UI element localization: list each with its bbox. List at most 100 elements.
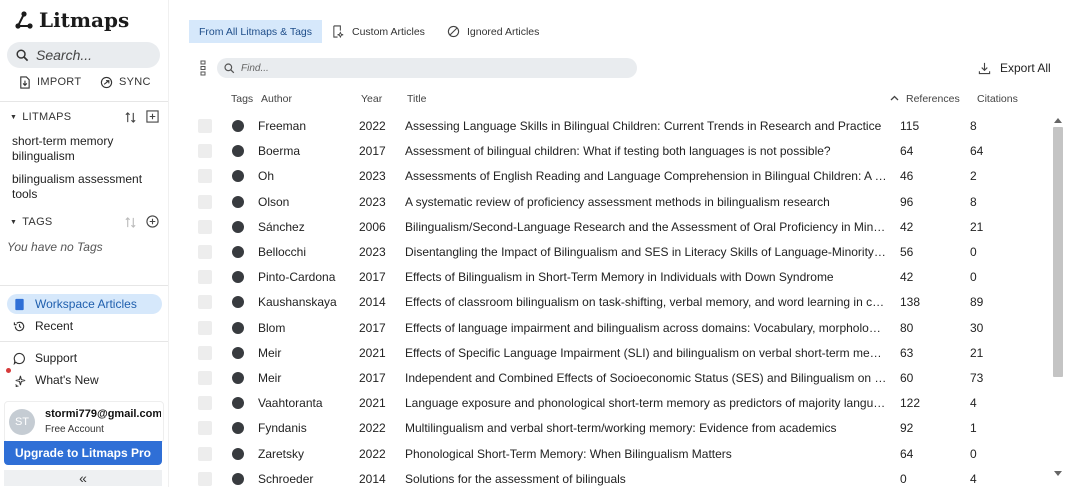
cell-year: 2023: [359, 245, 386, 259]
row-checkbox[interactable]: [198, 396, 212, 411]
download-icon: [978, 62, 991, 74]
column-header-author[interactable]: Author: [261, 93, 292, 105]
scroll-down-icon[interactable]: [1054, 471, 1062, 476]
search-icon: [16, 48, 29, 61]
litmaps-section-header[interactable]: ▼ LITMAPS: [10, 110, 71, 124]
column-header-year[interactable]: Year: [361, 93, 382, 105]
cell-title[interactable]: Multilingualism and verbal short-term/wo…: [405, 421, 887, 435]
cell-author: Blom: [258, 320, 286, 335]
cell-title[interactable]: Assessment of bilingual children: What i…: [405, 144, 887, 158]
row-checkbox[interactable]: [198, 295, 212, 310]
nav-whats-new[interactable]: What's New: [7, 370, 162, 390]
table-row[interactable]: Meir 2021 Effects of Specific Language Imp…: [168, 340, 1048, 365]
table-row[interactable]: Schroeder 2014 Solutions for the assessmen…: [168, 466, 1048, 487]
litmaps-logo-icon: [15, 11, 33, 29]
cell-title[interactable]: Language exposure and phonological short…: [405, 396, 887, 410]
upgrade-button[interactable]: Upgrade to Litmaps Pro: [4, 441, 162, 465]
cell-title[interactable]: Effects of Specific Language Impairment …: [405, 346, 887, 360]
cell-references: 80: [900, 320, 914, 335]
add-tag-button[interactable]: [146, 215, 159, 228]
table-row[interactable]: Vaahtoranta 2021 Language exposure and pho…: [168, 390, 1048, 415]
table-row[interactable]: Meir 2017 Independent and Combined Effects…: [168, 365, 1048, 390]
litmap-item-0[interactable]: short-term memory bilingualism: [12, 134, 152, 164]
account-card[interactable]: ST stormi779@gmail.com Free Account: [4, 401, 164, 443]
row-checkbox[interactable]: [198, 169, 212, 184]
tab-ignored-articles[interactable]: Ignored Articles: [447, 20, 539, 43]
collapse-sidebar-button[interactable]: «: [4, 470, 162, 486]
cell-title[interactable]: Phonological Short-Term Memory: When Bil…: [405, 447, 887, 461]
tab-from-all-litmaps[interactable]: From All Litmaps & Tags: [189, 20, 323, 43]
nav-support[interactable]: Support: [7, 348, 162, 368]
table-row[interactable]: Oh 2023 Assessments of English Reading and…: [168, 163, 1048, 188]
cell-author: Boerma: [258, 144, 301, 159]
status-dot-icon: [232, 195, 244, 208]
export-all-button[interactable]: Export All: [978, 60, 1051, 76]
cell-references: 92: [900, 421, 914, 436]
table-row[interactable]: Fyndanis 2022 Multilingualism and verbal s…: [168, 415, 1048, 440]
sort-ascending-icon[interactable]: [890, 95, 899, 101]
cell-references: 96: [900, 194, 914, 209]
cell-title[interactable]: Disentangling the Impact of Bilingualism…: [405, 245, 887, 259]
cell-year: 2017: [359, 144, 386, 159]
sort-litmaps-button[interactable]: [124, 111, 137, 124]
cell-citations: 73: [970, 371, 984, 385]
app-logo[interactable]: Litmaps: [14, 8, 129, 32]
column-header-references[interactable]: References: [906, 93, 960, 105]
column-header-tags[interactable]: Tags: [231, 93, 253, 105]
table-row[interactable]: Kaushanskaya 2014 Effects of classroom bil…: [168, 289, 1048, 314]
find-input[interactable]: Find...: [217, 58, 637, 78]
sort-icon: [125, 112, 136, 123]
table-row[interactable]: Bellocchi 2023 Disentangling the Impact of…: [168, 239, 1048, 264]
cell-title[interactable]: A systematic review of proficiency asses…: [405, 195, 887, 209]
row-checkbox[interactable]: [198, 446, 212, 461]
add-litmap-button[interactable]: [146, 110, 159, 123]
column-header-citations[interactable]: Citations: [977, 93, 1018, 105]
row-checkbox[interactable]: [198, 219, 212, 234]
tags-section-header[interactable]: ▼ TAGS: [10, 215, 53, 229]
scrollbar-thumb[interactable]: [1053, 127, 1063, 377]
nav-recent[interactable]: Recent: [7, 316, 162, 336]
row-checkbox[interactable]: [198, 371, 212, 385]
table-row[interactable]: Zaretsky 2022 Phonological Short-Term Memo…: [168, 441, 1048, 466]
more-vertical-icon[interactable]: [200, 60, 206, 76]
cell-citations: 21: [970, 345, 984, 360]
cell-title[interactable]: Bilingualism/Second-Language Research an…: [405, 220, 887, 234]
cell-title[interactable]: Solutions for the assessment of bilingua…: [405, 472, 887, 486]
table-row[interactable]: Sánchez 2006 Bilingualism/Second-Language …: [168, 214, 1048, 239]
import-button[interactable]: IMPORT: [18, 74, 81, 90]
divider: [0, 285, 168, 286]
table-row[interactable]: Pinto-Cardona 2017 Effects of Bilingualism…: [168, 264, 1048, 289]
table-row[interactable]: Boerma 2017 Assessment of bilingual childr…: [168, 138, 1048, 163]
row-checkbox[interactable]: [198, 245, 212, 259]
row-checkbox[interactable]: [198, 421, 212, 436]
row-checkbox[interactable]: [198, 194, 212, 209]
cell-citations: 0: [970, 446, 977, 461]
cell-title[interactable]: Effects of Bilingualism in Short-Term Me…: [405, 270, 887, 284]
search-bar[interactable]: Search...: [7, 42, 160, 68]
tab-custom-articles[interactable]: Custom Articles: [332, 20, 425, 43]
row-checkbox[interactable]: [198, 345, 212, 360]
row-checkbox[interactable]: [198, 119, 212, 133]
cell-title[interactable]: Assessments of English Reading and Langu…: [405, 169, 887, 183]
cell-title[interactable]: Effects of classroom bilingualism on tas…: [405, 295, 887, 309]
litmap-item-1[interactable]: bilingualism assessment tools: [12, 172, 152, 202]
cell-title[interactable]: Effects of language impairment and bilin…: [405, 321, 887, 335]
column-header-title[interactable]: Title: [407, 93, 426, 105]
sort-tags-button[interactable]: [124, 216, 137, 229]
cell-title[interactable]: Assessing Language Skills in Bilingual C…: [405, 119, 887, 133]
row-checkbox[interactable]: [198, 320, 212, 335]
sidebar: Litmaps Search... IMPORT SYNC ▼ LITMAPS: [0, 0, 169, 487]
cell-author: Kaushanskaya: [258, 295, 337, 310]
nav-workspace-articles[interactable]: Workspace Articles: [7, 294, 162, 314]
sync-button[interactable]: SYNC: [100, 74, 151, 90]
table-row[interactable]: Freeman 2022 Assessing Language Skills in …: [168, 113, 1048, 138]
row-checkbox[interactable]: [198, 270, 212, 285]
row-checkbox[interactable]: [198, 471, 212, 486]
row-checkbox[interactable]: [198, 144, 212, 159]
table-row[interactable]: Olson 2023 A systematic review of proficie…: [168, 189, 1048, 214]
cell-title[interactable]: Independent and Combined Effects of Soci…: [405, 371, 887, 385]
scroll-up-icon[interactable]: [1054, 118, 1062, 123]
table-row[interactable]: Blom 2017 Effects of language impairment a…: [168, 315, 1048, 340]
cell-year: 2021: [359, 396, 386, 411]
cell-citations: 0: [970, 270, 977, 285]
